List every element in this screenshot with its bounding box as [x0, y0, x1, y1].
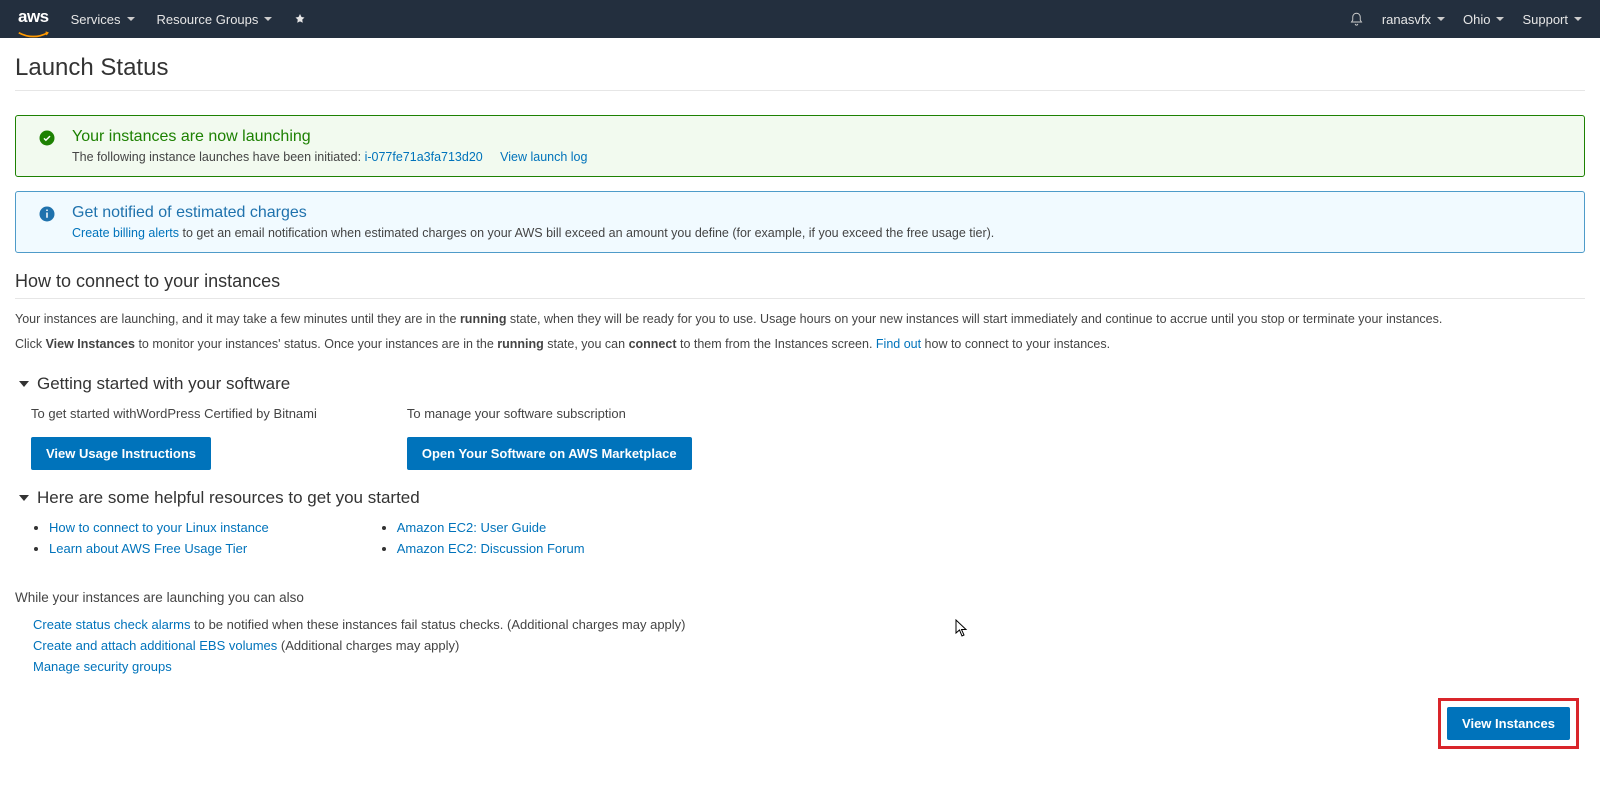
connect-heading: How to connect to your instances	[15, 271, 1585, 292]
support-label: Support	[1522, 12, 1568, 27]
find-out-link[interactable]: Find out	[876, 337, 921, 351]
while-list: Create status check alarms to be notifie…	[15, 617, 1585, 674]
manage-security-groups-link[interactable]: Manage security groups	[33, 659, 172, 674]
software-col1: To get started withWordPress Certified b…	[31, 406, 317, 470]
chevron-down-icon	[127, 17, 135, 21]
region-label: Ohio	[1463, 12, 1490, 27]
resources-row: How to connect to your Linux instance Le…	[15, 520, 1585, 562]
page-body: Launch Status Your instances are now lau…	[0, 38, 1600, 777]
aws-smile-icon	[18, 24, 49, 32]
page-title: Launch Status	[15, 54, 1585, 82]
resources-col2: Amazon EC2: User Guide Amazon EC2: Discu…	[379, 520, 585, 562]
resources-heading-label: Here are some helpful resources to get y…	[37, 488, 420, 508]
alert-body-prefix: The following instance launches have bee…	[72, 150, 361, 164]
alert-success-body: The following instance launches have bee…	[72, 150, 1568, 164]
link-ec2-forum[interactable]: Amazon EC2: Discussion Forum	[397, 541, 585, 556]
resources-col1: How to connect to your Linux instance Le…	[31, 520, 269, 562]
divider	[15, 90, 1585, 91]
view-usage-instructions-button[interactable]: View Usage Instructions	[31, 437, 211, 470]
software-row: To get started withWordPress Certified b…	[15, 406, 1585, 470]
highlight-annotation: View Instances	[1438, 698, 1579, 749]
region-menu[interactable]: Ohio	[1463, 12, 1504, 27]
divider	[15, 298, 1585, 299]
link-free-tier[interactable]: Learn about AWS Free Usage Tier	[49, 541, 247, 556]
info-circle-icon	[38, 205, 56, 223]
software-col1-label: To get started withWordPress Certified b…	[31, 406, 317, 421]
resources-heading[interactable]: Here are some helpful resources to get y…	[15, 488, 1585, 508]
alert-success: Your instances are now launching The fol…	[15, 115, 1585, 177]
instance-id-link[interactable]: i-077fe71a3fa713d20	[365, 150, 483, 164]
footer-row: View Instances	[15, 698, 1585, 749]
while-heading: While your instances are launching you c…	[15, 590, 1585, 605]
pin-icon[interactable]	[294, 13, 306, 25]
account-label: ranasvfx	[1382, 12, 1431, 27]
chevron-down-icon	[1574, 17, 1582, 21]
aws-logo[interactable]: aws	[18, 7, 49, 32]
resource-groups-label: Resource Groups	[157, 12, 259, 27]
view-launch-log-link[interactable]: View launch log	[500, 150, 587, 164]
support-menu[interactable]: Support	[1522, 12, 1582, 27]
link-ec2-user-guide[interactable]: Amazon EC2: User Guide	[397, 520, 547, 535]
software-heading[interactable]: Getting started with your software	[15, 374, 1585, 394]
software-col2-label: To manage your software subscription	[407, 406, 692, 421]
alert-info-suffix: to get an email notification when estima…	[182, 226, 994, 240]
caret-down-icon	[19, 381, 29, 387]
view-instances-button[interactable]: View Instances	[1447, 707, 1570, 740]
software-heading-label: Getting started with your software	[37, 374, 290, 394]
chevron-down-icon	[1496, 17, 1504, 21]
account-menu[interactable]: ranasvfx	[1382, 12, 1445, 27]
while-item-3: Manage security groups	[33, 659, 1585, 674]
while-item-1: Create status check alarms to be notifie…	[33, 617, 1585, 632]
chevron-down-icon	[264, 17, 272, 21]
link-connect-linux[interactable]: How to connect to your Linux instance	[49, 520, 269, 535]
create-status-alarms-link[interactable]: Create status check alarms	[33, 617, 191, 632]
alert-success-title: Your instances are now launching	[72, 128, 1568, 146]
services-label: Services	[71, 12, 121, 27]
create-ebs-volumes-link[interactable]: Create and attach additional EBS volumes	[33, 638, 277, 653]
top-navbar: aws Services Resource Groups ranasvfx Oh…	[0, 0, 1600, 38]
services-menu[interactable]: Services	[71, 12, 135, 27]
connect-p1: Your instances are launching, and it may…	[15, 309, 1585, 330]
create-billing-alerts-link[interactable]: Create billing alerts	[72, 226, 179, 240]
chevron-down-icon	[1437, 17, 1445, 21]
resource-groups-menu[interactable]: Resource Groups	[157, 12, 273, 27]
while-item-2: Create and attach additional EBS volumes…	[33, 638, 1585, 653]
open-marketplace-button[interactable]: Open Your Software on AWS Marketplace	[407, 437, 692, 470]
check-circle-icon	[38, 129, 56, 147]
alert-info-body: Create billing alerts to get an email no…	[72, 226, 1568, 240]
alert-info-title: Get notified of estimated charges	[72, 204, 1568, 222]
software-col2: To manage your software subscription Ope…	[407, 406, 692, 470]
caret-down-icon	[19, 495, 29, 501]
alert-info: Get notified of estimated charges Create…	[15, 191, 1585, 253]
connect-p2: Click View Instances to monitor your ins…	[15, 334, 1585, 355]
notifications-bell-icon[interactable]	[1349, 12, 1364, 27]
